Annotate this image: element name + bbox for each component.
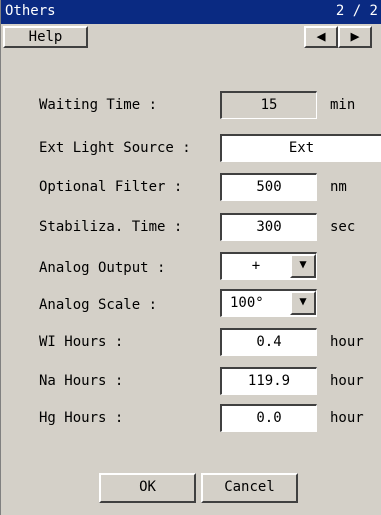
waiting-time-unit: min	[330, 97, 356, 113]
ok-button[interactable]: OK	[99, 473, 196, 503]
prev-page-button[interactable]: ◀	[304, 26, 338, 48]
triangle-left-icon: ◀	[316, 27, 326, 45]
hg-hours-unit: hour	[330, 410, 364, 426]
stabiliza-time-label: Stabiliza. Time :	[39, 219, 183, 235]
triangle-down-icon: ▼	[299, 257, 307, 271]
analog-scale-value: 100°	[230, 295, 264, 311]
waiting-time-label: Waiting Time :	[39, 97, 158, 113]
help-button[interactable]: Help	[3, 26, 88, 48]
analog-output-value: +	[251, 258, 261, 274]
wi-hours-label: WI Hours :	[39, 334, 124, 350]
wi-hours-field[interactable]: 0.4	[220, 328, 317, 356]
analog-scale-dropdown-button[interactable]: ▼	[290, 291, 316, 315]
next-page-button[interactable]: ▶	[338, 26, 372, 48]
na-hours-field[interactable]: 119.9	[220, 367, 317, 395]
stabiliza-time-field[interactable]: 300	[220, 213, 317, 241]
analog-scale-label: Analog Scale :	[39, 297, 158, 313]
cancel-button[interactable]: Cancel	[201, 473, 298, 503]
optional-filter-unit: nm	[330, 179, 347, 195]
waiting-time-field: 15	[220, 91, 317, 119]
stabiliza-time-unit: sec	[330, 219, 356, 235]
analog-output-dropdown-button[interactable]: ▼	[290, 254, 316, 278]
optional-filter-field[interactable]: 500	[220, 173, 317, 201]
analog-output-label: Analog Output :	[39, 260, 166, 276]
triangle-down-icon: ▼	[299, 294, 307, 308]
triangle-right-icon: ▶	[350, 27, 360, 45]
na-hours-label: Na Hours :	[39, 373, 124, 389]
ext-light-source-label: Ext Light Source :	[39, 140, 191, 156]
analog-scale-select[interactable]: 100° ▼	[220, 289, 317, 317]
window-title: Others	[5, 3, 56, 19]
wi-hours-unit: hour	[330, 334, 364, 350]
analog-output-select[interactable]: + ▼	[220, 252, 317, 280]
others-dialog: Others 2 / 2 Help ◀ ▶ Waiting Time : 15 …	[0, 0, 381, 515]
hg-hours-label: Hg Hours :	[39, 410, 124, 426]
ext-light-source-field[interactable]: Ext	[220, 134, 381, 162]
title-bar: Others 2 / 2	[1, 0, 381, 24]
na-hours-unit: hour	[330, 373, 364, 389]
hg-hours-field[interactable]: 0.0	[220, 404, 317, 432]
optional-filter-label: Optional Filter :	[39, 179, 183, 195]
page-indicator: 2 / 2	[335, 3, 378, 19]
